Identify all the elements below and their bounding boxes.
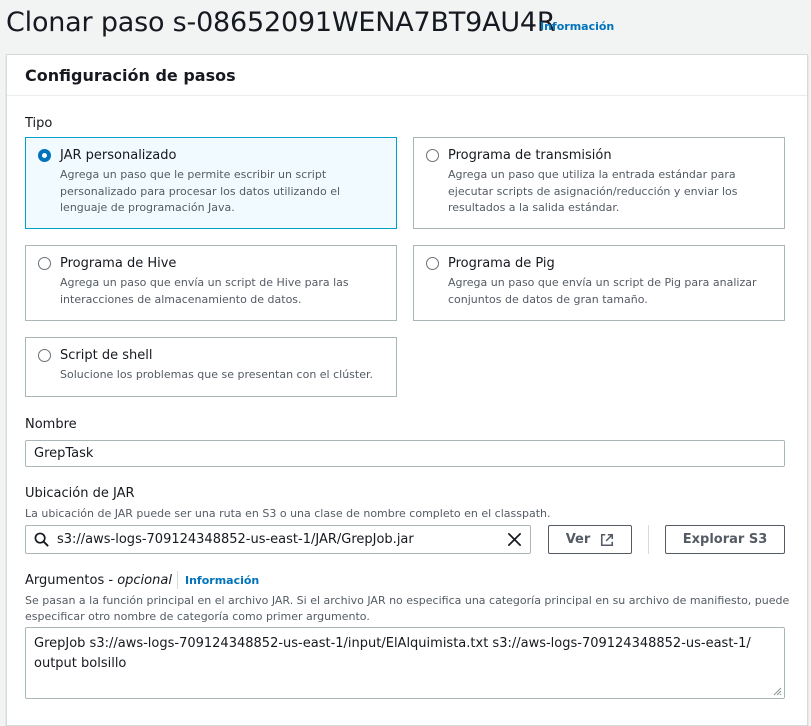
tile-title: Programa de Hive [60, 256, 177, 271]
arguments-line: GrepJob s3://aws-logs-709124348852-us-ea… [34, 636, 751, 651]
clear-icon[interactable] [507, 532, 522, 547]
name-input-value: GrepTask [34, 446, 94, 461]
type-tile-pig[interactable]: Programa de Pig Agrega un paso que envía… [413, 245, 785, 321]
page-title: Clonar paso s-08652091WENA7BT9AU4R [6, 7, 556, 38]
arguments-label-text: Argumentos [25, 573, 105, 588]
tile-description: Agrega un paso que envía un script de Hi… [60, 276, 349, 306]
name-input[interactable]: GrepTask [25, 440, 785, 467]
radio-shell[interactable] [38, 349, 51, 362]
field-divider [648, 525, 649, 554]
panel-header: Configuración de pasos [7, 55, 807, 96]
tile-description: Agrega un paso que envía un script de Pi… [448, 276, 757, 306]
radio-hive[interactable] [38, 257, 51, 270]
type-label: Tipo [25, 116, 53, 131]
search-icon [34, 532, 49, 547]
resize-handle-icon[interactable] [772, 686, 782, 696]
type-tile-hive[interactable]: Programa de Hive Agrega un paso que enví… [25, 245, 397, 321]
jar-location-label: Ubicación de JAR [25, 486, 135, 501]
jar-location-value: s3://aws-logs-709124348852-us-east-1/JAR… [57, 532, 414, 547]
external-link-icon [600, 533, 614, 547]
args-label-divider [177, 571, 178, 589]
browse-s3-button[interactable]: Explorar S3 [665, 525, 785, 554]
tile-title: Script de shell [60, 348, 153, 363]
tile-description: Agrega un paso que le permite escribir u… [60, 168, 341, 214]
title-info-link[interactable]: Información [540, 20, 614, 33]
tile-title: JAR personalizado [60, 148, 177, 163]
type-tile-streaming[interactable]: Programa de transmisión Agrega un paso q… [413, 137, 785, 229]
tile-description: Solucione los problemas que se presentan… [60, 368, 374, 381]
arguments-textarea[interactable]: GrepJob s3://aws-logs-709124348852-us-ea… [25, 627, 785, 699]
arguments-line: output bolsillo [34, 656, 127, 671]
view-button[interactable]: Ver [548, 525, 632, 554]
type-tile-shell[interactable]: Script de shell Solucione los problemas … [25, 337, 397, 397]
tile-title: Programa de transmisión [448, 148, 612, 163]
tile-title: Programa de Pig [448, 256, 555, 271]
radio-custom-jar[interactable] [38, 149, 51, 162]
jar-location-description: La ubicación de JAR puede ser una ruta e… [25, 507, 551, 520]
radio-streaming[interactable] [426, 149, 439, 162]
type-tile-custom-jar[interactable]: JAR personalizado Agrega un paso que le … [25, 137, 397, 229]
step-configuration-panel: Configuración de pasos Tipo JAR personal… [6, 54, 808, 726]
tile-description: Agrega un paso que utiliza la entrada es… [448, 168, 738, 214]
radio-pig[interactable] [426, 257, 439, 270]
jar-location-input[interactable]: s3://aws-logs-709124348852-us-east-1/JAR… [25, 525, 531, 554]
view-button-label: Ver [565, 532, 591, 547]
arguments-optional: - opcional [108, 573, 172, 588]
arguments-info-link[interactable]: Información [185, 574, 259, 587]
browse-s3-button-label: Explorar S3 [682, 532, 768, 547]
name-label: Nombre [25, 417, 77, 432]
arguments-description: Se pasan a la función principal en el ar… [25, 594, 790, 623]
arguments-label: Argumentos - opcional [25, 573, 172, 588]
